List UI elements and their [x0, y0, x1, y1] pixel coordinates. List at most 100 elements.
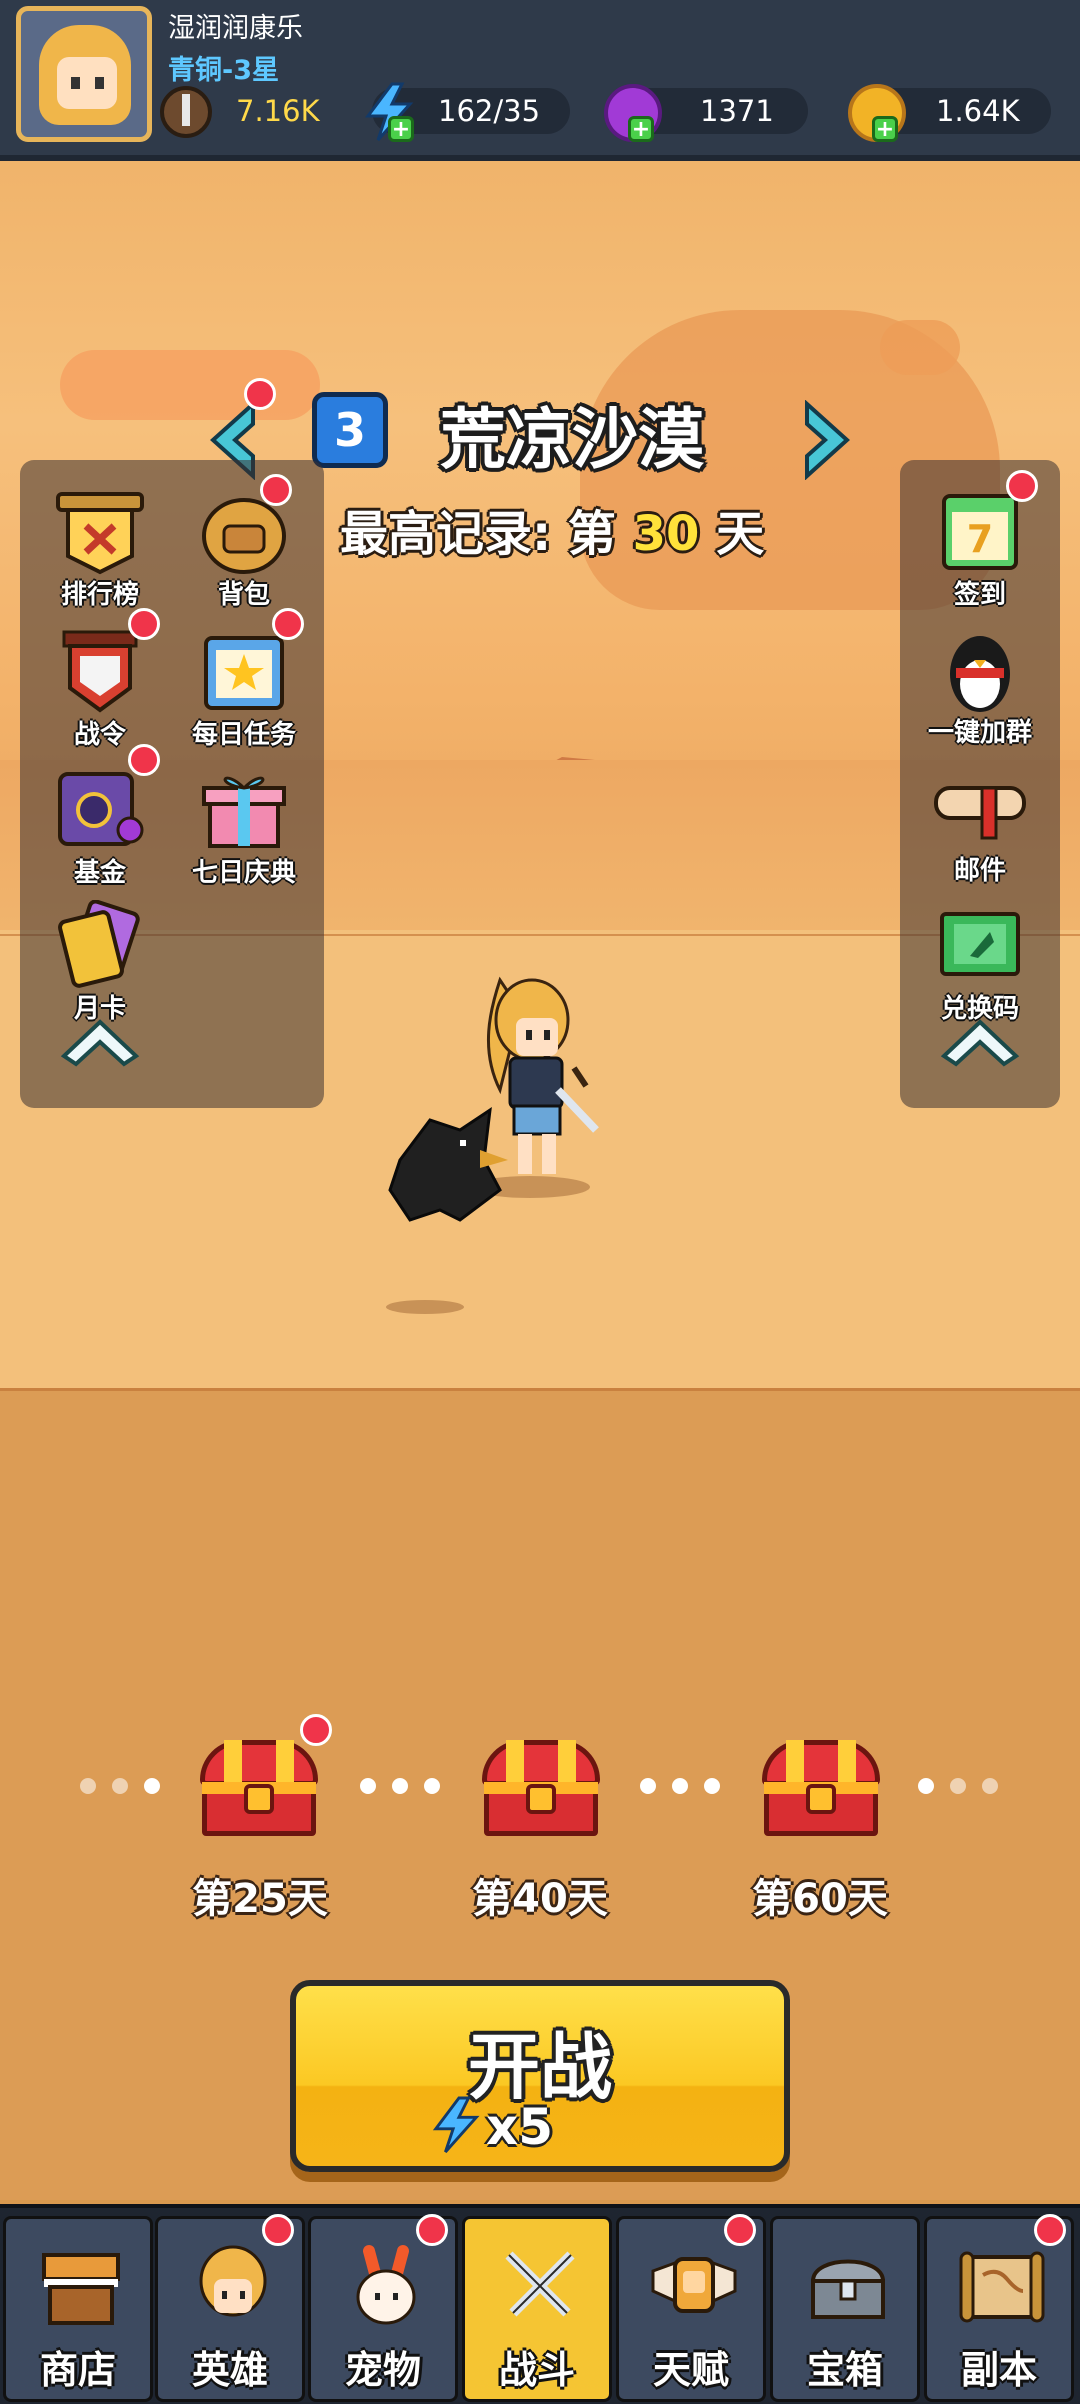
- character-shadow: [386, 1300, 464, 1314]
- add-gold-button[interactable]: +: [872, 116, 898, 142]
- nav-tab-chest[interactable]: 宝箱: [770, 2216, 920, 2402]
- notification-dot: [724, 2214, 756, 2246]
- nav-label: 宠物: [344, 2348, 421, 2392]
- reward-chest-day25[interactable]: [194, 1732, 324, 1842]
- combat-power-icon: [160, 86, 212, 138]
- svg-text:7: 7: [967, 517, 993, 561]
- left-feature-panel: 排行榜 背包 战令 每日任务 基金 七日庆典 月卡: [20, 460, 324, 1108]
- hero-portrait-icon: [199, 2245, 267, 2317]
- notification-dot: [260, 474, 292, 506]
- player-avatar[interactable]: [16, 6, 152, 142]
- progress-dots: [80, 1778, 176, 1798]
- crossed-swords-icon: [505, 2251, 575, 2317]
- feature-join-group[interactable]: 一键加群: [906, 620, 1054, 760]
- pet-crow-character: [388, 1106, 508, 1222]
- nav-label: 商店: [39, 2348, 116, 2392]
- energy-bolt-icon: [432, 2096, 480, 2153]
- player-name: 湿润润康乐: [168, 13, 303, 44]
- feature-seven-day-event[interactable]: 七日庆典: [170, 760, 318, 900]
- right-feature-panel: 7 签到 一键加群 邮件 兑换码: [900, 460, 1060, 1108]
- notification-dot: [128, 744, 160, 776]
- notification-dot: [1034, 2214, 1066, 2246]
- dungeon-map-icon: [959, 2251, 1045, 2323]
- fund-safe-icon: [58, 772, 144, 846]
- energy-value: 162/35: [438, 94, 541, 128]
- nav-label: 宝箱: [806, 2348, 883, 2392]
- nav-tab-shop[interactable]: 商店: [3, 2216, 153, 2402]
- chest-lock-icon: [806, 1784, 836, 1814]
- feature-label: 基金: [73, 858, 126, 888]
- feature-check-in[interactable]: 7 签到: [906, 482, 1054, 622]
- treasure-chest-icon: [810, 2259, 886, 2319]
- pet-bunny-icon: [356, 2245, 416, 2325]
- ground-line: [0, 1388, 1080, 1391]
- top-status-bar: 湿润润康乐 青铜-3星 7.16K 162/35 + 1371 + 1.64K …: [0, 0, 1080, 161]
- start-battle-button[interactable]: 开战 x5: [290, 1980, 790, 2172]
- gem-value: 1371: [700, 94, 774, 128]
- talent-fist-icon: [651, 2257, 737, 2313]
- nav-label: 战斗: [498, 2348, 575, 2392]
- chest-day-label: 第25天: [192, 1876, 328, 1922]
- battle-pass-shield-icon: [62, 630, 138, 713]
- best-record: 最高记录: 第 30 天: [340, 494, 764, 564]
- stage-title: 荒凉沙漠: [440, 401, 704, 478]
- energy-cost: x5: [486, 2098, 554, 2156]
- nav-label: 英雄: [191, 2348, 268, 2392]
- notification-dot: [272, 608, 304, 640]
- stage-number-badge: 3: [312, 392, 388, 468]
- feature-label: 排行榜: [60, 580, 139, 610]
- player-rank: 青铜-3星: [168, 55, 279, 86]
- notification-dot: [416, 2214, 448, 2246]
- feature-label: 一键加群: [927, 718, 1032, 748]
- chest-lock-icon: [526, 1784, 556, 1814]
- feature-daily-task[interactable]: 每日任务: [170, 622, 318, 762]
- gift-box-icon: [202, 776, 286, 848]
- power-value: 7.16K: [236, 94, 320, 128]
- redeem-ticket-icon: [940, 912, 1020, 976]
- add-gem-button[interactable]: +: [628, 116, 654, 142]
- cloud: [60, 350, 320, 420]
- reward-chest-day60[interactable]: [756, 1732, 886, 1842]
- record-day: 30: [632, 506, 700, 562]
- notification-dot: [1006, 470, 1038, 502]
- progress-dots: [360, 1778, 456, 1798]
- reward-chest-day40[interactable]: [476, 1732, 606, 1842]
- progress-dots: [640, 1778, 736, 1798]
- collapse-right-panel-icon[interactable]: [940, 1018, 1020, 1068]
- notification-dot: [244, 378, 276, 410]
- record-suffix: 天: [716, 506, 765, 562]
- collapse-left-panel-icon[interactable]: [60, 1018, 140, 1068]
- shop-stall-icon: [42, 2253, 120, 2325]
- feature-monthly-card[interactable]: 月卡: [26, 896, 174, 1036]
- add-energy-button[interactable]: +: [388, 116, 414, 142]
- feature-label: 签到: [953, 580, 1006, 610]
- feature-label: 每日任务: [191, 720, 296, 750]
- notification-dot: [128, 608, 160, 640]
- feature-label: 七日庆典: [191, 858, 296, 888]
- feature-leaderboard[interactable]: 排行榜: [26, 482, 174, 622]
- chest-day-label: 第40天: [472, 1876, 608, 1922]
- record-prefix: 最高记录: 第: [340, 506, 616, 562]
- feature-label: 背包: [217, 580, 270, 610]
- feature-backpack[interactable]: 背包: [170, 482, 318, 622]
- bottom-navigation: 商店 英雄 宠物 战斗 天赋 宝箱 副本: [0, 2204, 1080, 2404]
- monthly-card-icon: [58, 900, 140, 988]
- notification-dot: [300, 1714, 332, 1746]
- feature-redeem-code[interactable]: 兑换码: [906, 896, 1054, 1036]
- leaderboard-banner-icon: [56, 492, 144, 575]
- notification-dot: [262, 2214, 294, 2246]
- nav-tab-battle[interactable]: 战斗: [462, 2216, 612, 2402]
- next-stage-arrow-icon[interactable]: [795, 400, 855, 480]
- feature-mail[interactable]: 邮件: [906, 758, 1054, 898]
- chest-lock-icon: [244, 1784, 274, 1814]
- penguin-icon: [950, 636, 1010, 712]
- cloud: [880, 320, 960, 375]
- feature-fund[interactable]: 基金: [26, 760, 174, 900]
- nav-label: 副本: [960, 2348, 1037, 2392]
- feature-battle-pass[interactable]: 战令: [26, 622, 174, 762]
- gold-value: 1.64K: [936, 94, 1020, 128]
- mail-scroll-icon: [934, 786, 1026, 840]
- feature-label: 邮件: [953, 856, 1006, 886]
- chest-day-label: 第60天: [752, 1876, 888, 1922]
- progress-dots: [918, 1778, 1014, 1798]
